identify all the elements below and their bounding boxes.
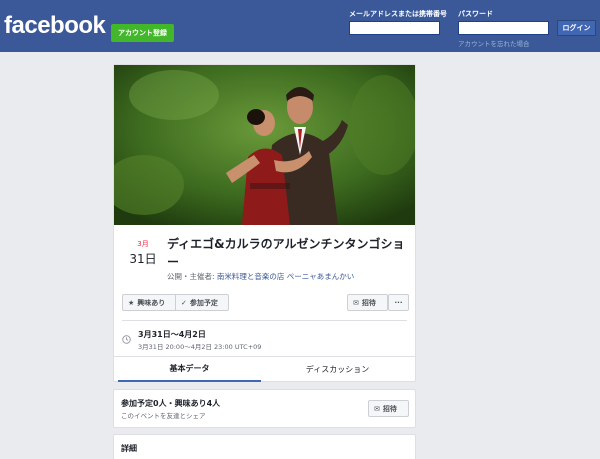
event-card: 3月 31日 ディエゴ&カルラのアルゼンチンタンゴショー 公開・主催者: 南米料… — [113, 64, 416, 382]
host-name-link[interactable]: 南米料理と音楽の店 ペーニャあまんかい — [217, 272, 354, 281]
top-bar: facebook アカウント登録 メールアドレスまたは携帯番号 パスワード ログ… — [0, 0, 600, 52]
forgot-account-link[interactable]: アカウントを忘れた場合 — [458, 38, 530, 48]
interested-button[interactable]: ★ 興味あり — [122, 294, 176, 311]
invite-label: 招待 — [361, 298, 376, 307]
divider — [122, 320, 407, 321]
event-date-detail: 3月31日 20:00～4月2日 23:00 UTC+09 — [138, 343, 262, 351]
invite-label: 招待 — [382, 404, 397, 413]
more-options-button[interactable]: ··· — [388, 294, 409, 311]
details-card: 詳細 — [113, 434, 416, 459]
signup-button[interactable]: アカウント登録 — [111, 24, 174, 42]
interested-label: 興味あり — [137, 298, 166, 307]
event-host-line: 公開・主催者: 南米料理と音楽の店 ペーニャあまんかい — [167, 271, 354, 282]
attendance-counts[interactable]: 参加予定0人・興味あり4人 — [121, 398, 220, 409]
checkmark-icon: ✓ — [181, 298, 187, 307]
tab-discussion[interactable]: ディスカッション — [266, 357, 409, 382]
share-prompt: このイベントを友達とシェア — [121, 412, 206, 420]
invite-button[interactable]: ✉ 招待 — [347, 294, 388, 311]
event-day: 31日 — [129, 252, 157, 266]
event-month: 3月 — [137, 240, 149, 248]
envelope-icon: ✉ — [374, 404, 380, 413]
login-button[interactable]: ログイン — [557, 20, 596, 36]
event-date-badge: 3月 31日 — [128, 239, 158, 267]
more-options-icon: ··· — [394, 298, 403, 307]
event-title: ディエゴ&カルラのアルゼンチンタンゴショー — [167, 237, 405, 269]
host-prefix: 公開・主催者: — [167, 272, 217, 281]
email-label: メールアドレスまたは携帯番号 — [349, 10, 447, 18]
invite-friends-button[interactable]: ✉ 招待 — [368, 400, 409, 417]
tab-basic-info[interactable]: 基本データ — [118, 357, 261, 382]
event-cover-photo[interactable] — [114, 65, 415, 225]
going-button[interactable]: ✓ 参加予定 — [175, 294, 229, 311]
details-heading: 詳細 — [121, 444, 137, 453]
facebook-logo[interactable]: facebook — [4, 12, 106, 40]
password-label: パスワード — [458, 10, 493, 18]
email-input[interactable] — [349, 21, 440, 35]
star-icon: ★ — [128, 298, 135, 307]
envelope-icon: ✉ — [353, 298, 359, 307]
event-date-range: 3月31日～4月2日 — [138, 330, 206, 339]
password-input[interactable] — [458, 21, 549, 35]
clock-icon — [122, 335, 131, 344]
going-label: 参加予定 — [189, 298, 218, 307]
attendance-card: 参加予定0人・興味あり4人 このイベントを友達とシェア ✉ 招待 — [113, 389, 416, 428]
